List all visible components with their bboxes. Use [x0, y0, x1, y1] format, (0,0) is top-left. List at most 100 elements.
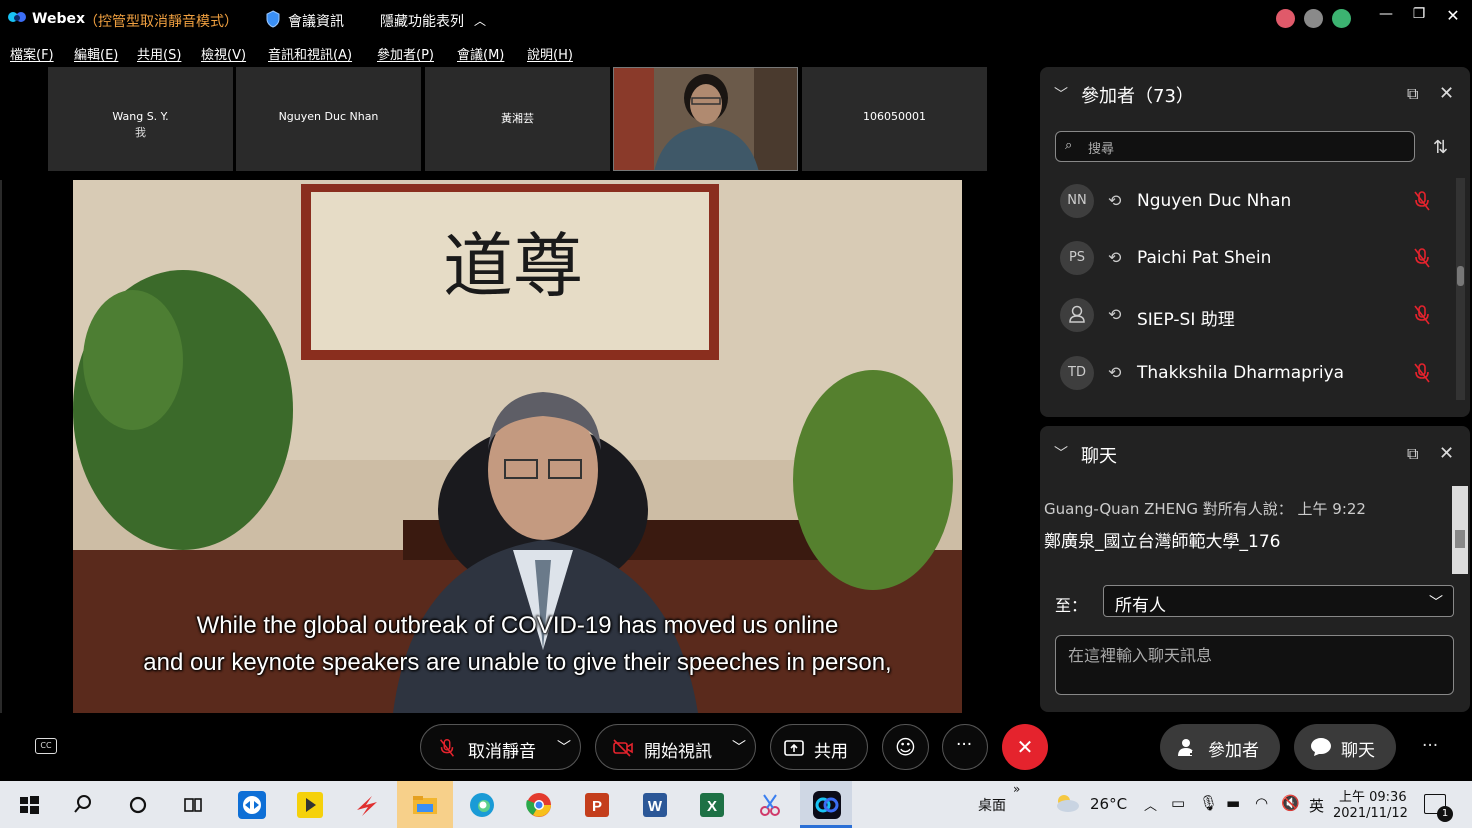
video-tile[interactable]: 106050001: [802, 67, 987, 171]
chat-button-label: 聊天: [1341, 741, 1375, 761]
chat-recipient-select[interactable]: 所有人 ﹀: [1103, 585, 1454, 617]
menu-share[interactable]: 共用(S): [137, 44, 181, 63]
share-button[interactable]: 共用: [770, 724, 868, 770]
teamviewer-icon[interactable]: [237, 790, 267, 820]
subtitle-line-1: While the global outbreak of COVID-19 ha…: [196, 612, 839, 639]
desktop-toolbar-label[interactable]: 桌面: [978, 795, 1006, 815]
close-icon[interactable]: ✕: [1439, 83, 1454, 104]
muted-mic-icon[interactable]: [1412, 246, 1432, 270]
task-view-icon[interactable]: [178, 790, 208, 820]
reactions-button[interactable]: ☺: [882, 724, 929, 770]
menu-edit[interactable]: 編輯(E): [74, 44, 118, 63]
leave-meeting-button[interactable]: ✕: [1002, 724, 1048, 770]
more-options-button[interactable]: ···: [942, 724, 988, 770]
app-arrow-icon[interactable]: [352, 790, 382, 820]
participant-search-input[interactable]: ⌕ 搜尋: [1055, 131, 1415, 162]
video-tile[interactable]: Nguyen Duc Nhan: [236, 67, 421, 171]
hide-toolbar-button[interactable]: 隱藏功能表列: [380, 11, 464, 31]
chevron-down-icon[interactable]: ﹀: [1054, 443, 1068, 463]
snipping-tool-icon[interactable]: [755, 790, 785, 820]
video-tile[interactable]: 黃湘芸: [425, 67, 610, 171]
unmute-button[interactable]: 取消靜音 ﹀: [420, 724, 581, 770]
restore-button[interactable]: ❐: [1407, 6, 1431, 22]
input-method-indicator[interactable]: 英: [1309, 795, 1324, 816]
tile-name: 黃湘芸: [501, 112, 534, 125]
pop-out-icon[interactable]: ⧉: [1407, 84, 1418, 104]
wifi-icon[interactable]: ◠: [1255, 794, 1268, 812]
chevron-down-icon[interactable]: ﹀: [1054, 84, 1068, 104]
battery-icon[interactable]: ▬: [1226, 794, 1240, 812]
close-window-button[interactable]: ✕: [1441, 6, 1465, 25]
edge-browser-icon[interactable]: [467, 790, 497, 820]
chevron-up-icon[interactable]: ︿: [1144, 795, 1157, 814]
clock-date[interactable]: 2021/11/12: [1333, 806, 1408, 821]
chat-panel-title: 聊天: [1081, 446, 1117, 467]
scrollbar-thumb[interactable]: [1455, 530, 1465, 548]
participants-panel-button[interactable]: 參加者: [1160, 724, 1280, 770]
overflow-menu-button[interactable]: ···: [1422, 736, 1438, 756]
network-signal-icon[interactable]: [1332, 9, 1351, 28]
sort-icon[interactable]: ⇅: [1433, 137, 1448, 158]
close-icon[interactable]: ✕: [1439, 443, 1454, 464]
clock-time[interactable]: 上午 09:36: [1339, 786, 1407, 805]
search-icon[interactable]: [68, 790, 98, 820]
chevron-down-icon[interactable]: ﹀: [732, 737, 746, 757]
video-tile-live[interactable]: [613, 67, 798, 171]
chat-bubble-icon: [1311, 738, 1331, 756]
potplayer-icon[interactable]: [295, 790, 325, 820]
windows-start-icon[interactable]: [14, 790, 44, 820]
share-label: 共用: [814, 742, 848, 762]
speaker-muted-icon[interactable]: 🔇: [1281, 794, 1300, 812]
menu-file[interactable]: 檔案(F): [10, 44, 54, 63]
start-video-button[interactable]: 開始視訊 ﹀: [595, 724, 756, 770]
key-icon[interactable]: [1304, 9, 1323, 28]
participant-row[interactable]: ⟲ SIEP-SI 助理: [1060, 298, 1440, 332]
chevron-down-icon: ﹀: [1429, 595, 1443, 611]
weather-cloud-icon[interactable]: [1053, 793, 1081, 813]
file-explorer-icon[interactable]: [410, 790, 440, 820]
meeting-info-button[interactable]: 會議資訊: [288, 11, 344, 31]
participant-name: Paichi Pat Shein: [1137, 248, 1272, 268]
participant-row[interactable]: NN ⟲ Nguyen Duc Nhan: [1060, 184, 1440, 218]
chevron-right-icon[interactable]: »: [1013, 782, 1020, 796]
scrollbar-thumb[interactable]: [1457, 266, 1464, 286]
closed-captions-icon[interactable]: CC: [35, 738, 57, 754]
powerpoint-icon[interactable]: P: [582, 790, 612, 820]
meeting-mode-label: （控管型取消靜音模式）: [84, 14, 238, 30]
microphone-icon[interactable]: 🎙: [1199, 794, 1218, 812]
video-tile[interactable]: Wang S. Y. 我: [48, 67, 233, 171]
main-video[interactable]: 道尊 While the global outbreak of COVID-19…: [73, 180, 962, 713]
muted-mic-icon[interactable]: [1412, 361, 1432, 385]
pop-out-icon[interactable]: ⧉: [1407, 444, 1418, 464]
video-off-icon: [613, 739, 633, 757]
minimize-button[interactable]: —: [1374, 6, 1398, 22]
menu-audio-video[interactable]: 音訊和視訊(A): [268, 44, 352, 63]
participant-row[interactable]: PS ⟲ Paichi Pat Shein: [1060, 241, 1440, 275]
menu-help[interactable]: 說明(H): [527, 44, 573, 63]
excel-icon[interactable]: X: [697, 790, 727, 820]
participants-scrollbar[interactable]: [1456, 178, 1465, 400]
muted-mic-icon: [440, 739, 454, 757]
chat-panel-button[interactable]: 聊天: [1294, 724, 1396, 770]
chat-scrollbar[interactable]: [1452, 486, 1468, 574]
weather-temperature[interactable]: 26°C: [1090, 795, 1127, 813]
menu-participants[interactable]: 參加者(P): [377, 44, 434, 63]
recording-status-icon[interactable]: [1276, 9, 1295, 28]
muted-mic-icon[interactable]: [1412, 189, 1432, 213]
chrome-browser-icon[interactable]: [524, 790, 554, 820]
person-icon: [1069, 305, 1085, 323]
sync-icon: ⟲: [1108, 305, 1122, 324]
chevron-down-icon[interactable]: ﹀: [557, 737, 571, 757]
menu-meeting[interactable]: 會議(M): [457, 44, 504, 63]
speech-bubble-icon[interactable]: ▭: [1171, 794, 1185, 812]
chat-message-input[interactable]: 在這裡輸入聊天訊息: [1055, 635, 1454, 695]
participant-row[interactable]: TD ⟲ Thakkshila Dharmapriya: [1060, 356, 1440, 390]
stage-border: [0, 180, 2, 713]
muted-mic-icon[interactable]: [1412, 303, 1432, 327]
cortana-icon[interactable]: [123, 790, 153, 820]
webex-icon[interactable]: [812, 790, 842, 820]
chevron-up-icon[interactable]: ︿: [474, 12, 486, 29]
shield-icon[interactable]: [266, 10, 280, 28]
menu-view[interactable]: 檢視(V): [201, 44, 246, 63]
word-icon[interactable]: W: [640, 790, 670, 820]
